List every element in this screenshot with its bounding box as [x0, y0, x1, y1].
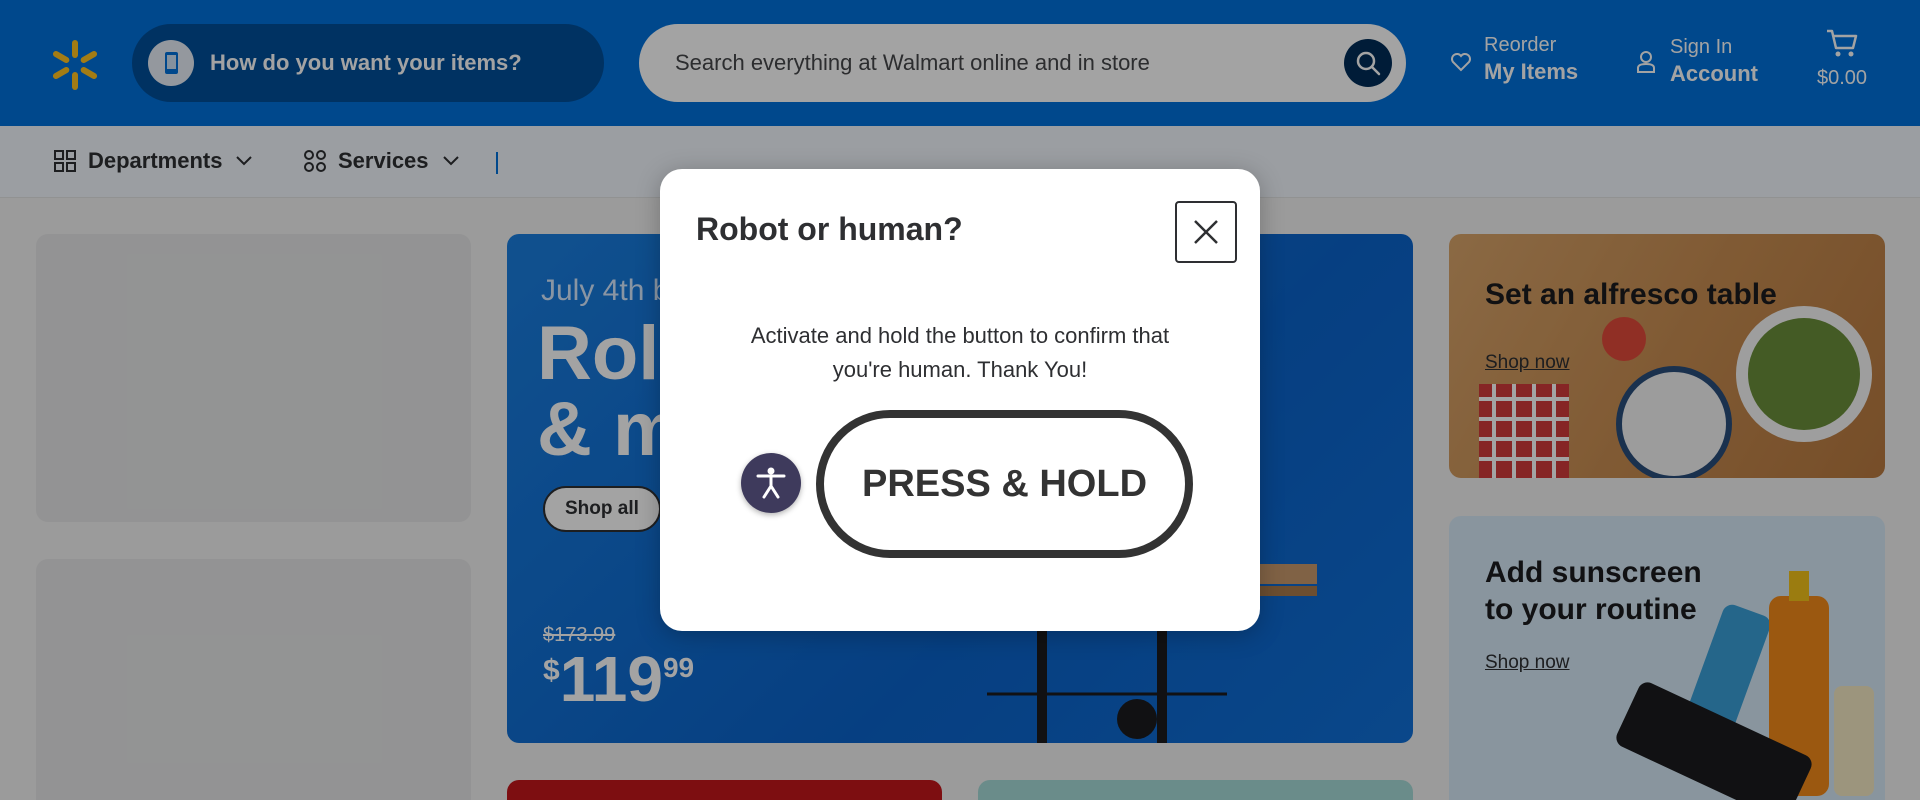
- captcha-dialog: Robot or human? Activate and hold the bu…: [660, 169, 1260, 631]
- accessibility-button[interactable]: [741, 453, 801, 513]
- close-icon: [1194, 220, 1218, 244]
- accessibility-icon: [756, 467, 786, 499]
- dialog-title: Robot or human?: [696, 211, 963, 247]
- dialog-message: Activate and hold the button to confirm …: [750, 323, 1170, 382]
- press-and-hold-button[interactable]: PRESS & HOLD: [816, 410, 1193, 558]
- close-button[interactable]: [1175, 201, 1237, 263]
